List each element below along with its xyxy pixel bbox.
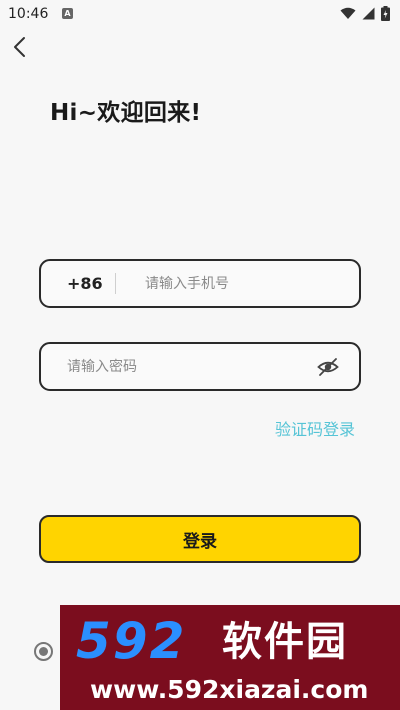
watermark-banner: 592 软件园 www.592xiazai.com	[60, 605, 400, 710]
watermark-title: 软件园	[222, 619, 348, 665]
back-button[interactable]	[8, 33, 32, 61]
chevron-left-icon	[14, 37, 25, 57]
battery-icon	[381, 5, 390, 21]
watermark-url: www.592xiazai.com	[90, 675, 369, 704]
phone-input[interactable]	[145, 273, 345, 295]
field-divider	[115, 273, 116, 294]
password-field[interactable]	[39, 342, 361, 391]
status-bar: 10:46 A	[0, 0, 400, 28]
wifi-icon	[340, 7, 356, 19]
page-title: Hi~欢迎回来!	[50, 100, 202, 126]
eye-off-icon[interactable]	[317, 357, 339, 377]
sms-code-login-link[interactable]: 验证码登录	[275, 416, 355, 440]
login-screen: 10:46 A Hi~欢迎回来! +86 请输入手机号 验证码登录 登录 592…	[0, 0, 400, 710]
status-time: 10:46	[8, 6, 49, 22]
notification-app-icon: A	[62, 8, 73, 19]
phone-field[interactable]: +86	[39, 259, 361, 308]
login-button[interactable]: 登录	[39, 515, 361, 563]
watermark-logo: 592	[76, 612, 187, 670]
country-code-selector[interactable]: +86	[67, 274, 103, 293]
password-input[interactable]	[67, 356, 307, 378]
signal-icon	[362, 7, 375, 19]
status-icons	[340, 5, 390, 21]
agreement-radio[interactable]	[34, 642, 53, 661]
